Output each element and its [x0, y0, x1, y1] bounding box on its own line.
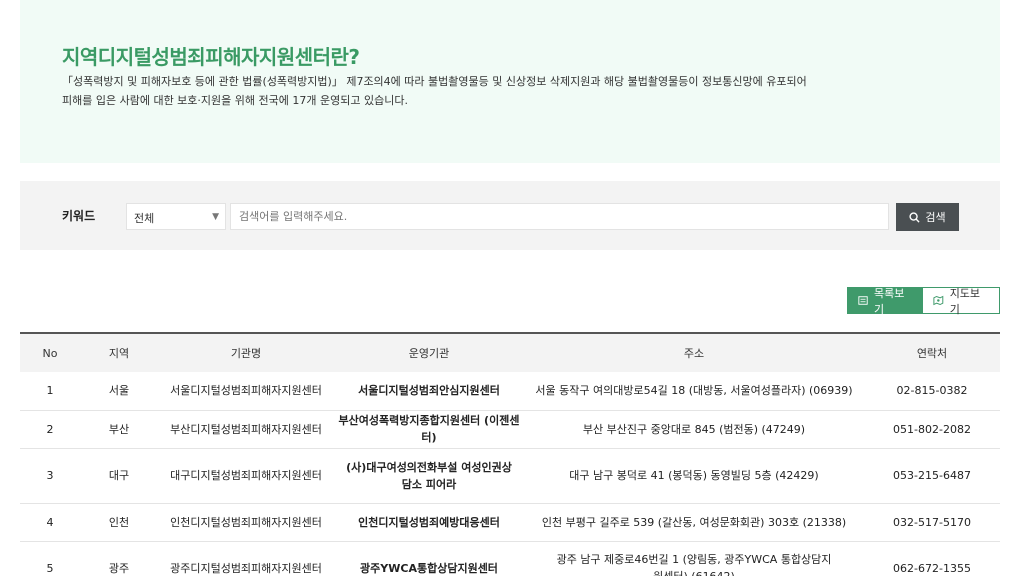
list-view-label: 목록보기 — [874, 286, 905, 316]
table-row[interactable]: 3 대구 대구디지털성범죄피해자지원센터 (사)대구여성의전화부설 여성인권상담… — [20, 448, 1000, 504]
map-view-label: 지도보기 — [949, 286, 981, 316]
view-toggle: 목록보기 지도보기 — [847, 286, 1000, 316]
cell-phone: 051-802-2082 — [864, 410, 1000, 449]
search-icon — [909, 211, 920, 223]
cell-region: 부산 — [80, 410, 158, 449]
intro-description-line2: 피해를 입은 사람에 대한 보호·지원을 위해 전국에 17개 운영되고 있습니… — [62, 94, 408, 107]
search-category-value: 전체 — [134, 212, 155, 225]
table-row[interactable]: 4 인천 인천디지털성범죄피해자지원센터 인천디지털성범죄예방대응센터 인천 부… — [20, 503, 1000, 542]
cell-address: 인천 부평구 길주로 539 (갈산동, 여성문화회관) 303호 (21338… — [524, 503, 864, 542]
map-icon — [933, 295, 944, 306]
cell-no: 3 — [20, 448, 80, 504]
column-header-address: 주소 — [683, 347, 705, 360]
cell-region: 대구 — [80, 448, 158, 504]
center-table: No 지역 기관명 운영기관 주소 연락처 1 서울 서울디지털성범죄피해자지원… — [20, 332, 1000, 576]
cell-operator: (사)대구여성의전화부설 여성인권상담소 피어라 — [334, 448, 524, 504]
keyword-label: 키워드 — [62, 209, 96, 223]
search-bar: 키워드 전체 ▼ 검색 — [20, 181, 1000, 250]
cell-operator: 인천디지털성범죄예방대응센터 — [334, 503, 524, 542]
cell-name: 부산디지털성범죄피해자지원센터 — [158, 410, 334, 449]
list-icon — [858, 296, 868, 305]
column-header-name: 기관명 — [230, 347, 262, 360]
cell-name: 서울디지털성범죄피해자지원센터 — [158, 372, 334, 411]
intro-description-line1: 「성폭력방지 및 피해자보호 등에 관한 법률(성폭력방지법)」 제7조의4에 … — [62, 75, 807, 88]
intro-section: 지역디지털성범죄피해자지원센터란? 「성폭력방지 및 피해자보호 등에 관한 법… — [20, 0, 1000, 163]
search-button-label: 검색 — [925, 211, 946, 224]
cell-no: 1 — [20, 372, 80, 411]
caret-down-icon: ▼ — [212, 212, 219, 222]
cell-region: 광주 — [80, 541, 158, 576]
cell-name: 인천디지털성범죄피해자지원센터 — [158, 503, 334, 542]
table-row[interactable]: 5 광주 광주디지털성범죄피해자지원센터 광주YWCA통합상담지원센터 광주 남… — [20, 541, 1000, 576]
table-row[interactable]: 1 서울 서울디지털성범죄피해자지원센터 서울디지털성범죄안심지원센터 서울 동… — [20, 372, 1000, 411]
cell-address: 광주 남구 제중로46번길 1 (양림동, 광주YWCA 통합상담지원센터) (… — [524, 541, 864, 576]
column-header-phone: 연락처 — [916, 347, 948, 360]
cell-address: 서울 동작구 여의대방로54길 18 (대방동, 서울여성플라자) (06939… — [524, 372, 864, 411]
table-row[interactable]: 2 부산 부산디지털성범죄피해자지원센터 부산여성폭력방지종합지원센터 (이젠센… — [20, 410, 1000, 449]
cell-phone: 053-215-6487 — [864, 448, 1000, 504]
cell-region: 인천 — [80, 503, 158, 542]
cell-no: 5 — [20, 541, 80, 576]
cell-phone: 062-672-1355 — [864, 541, 1000, 576]
search-button[interactable]: 검색 — [896, 203, 959, 231]
intro-title: 지역디지털성범죄피해자지원센터란? — [62, 45, 360, 69]
cell-phone: 02-815-0382 — [864, 372, 1000, 411]
cell-address: 대구 남구 봉덕로 41 (봉덕동) 동영빌딩 5층 (42429) — [524, 448, 864, 504]
cell-region: 서울 — [80, 372, 158, 411]
cell-name: 대구디지털성범죄피해자지원센터 — [158, 448, 334, 504]
column-header-operator: 운영기관 — [408, 347, 450, 360]
cell-operator: 부산여성폭력방지종합지원센터 (이젠센터) — [334, 410, 524, 449]
map-view-button[interactable]: 지도보기 — [922, 286, 1000, 316]
column-header-region: 지역 — [108, 347, 130, 360]
cell-operator: 광주YWCA통합상담지원센터 — [334, 541, 524, 576]
cell-address: 부산 부산진구 중앙대로 845 (범전동) (47249) — [524, 410, 864, 449]
list-view-button[interactable]: 목록보기 — [847, 286, 922, 316]
table-header-row: No 지역 기관명 운영기관 주소 연락처 — [20, 333, 1000, 372]
search-category-select[interactable]: 전체 ▼ — [126, 203, 226, 230]
cell-no: 2 — [20, 410, 80, 449]
cell-name: 광주디지털성범죄피해자지원센터 — [158, 541, 334, 576]
cell-no: 4 — [20, 503, 80, 542]
search-input[interactable] — [230, 203, 889, 230]
cell-phone: 032-517-5170 — [864, 503, 1000, 542]
cell-operator: 서울디지털성범죄안심지원센터 — [334, 372, 524, 411]
column-header-no: No — [42, 346, 58, 360]
